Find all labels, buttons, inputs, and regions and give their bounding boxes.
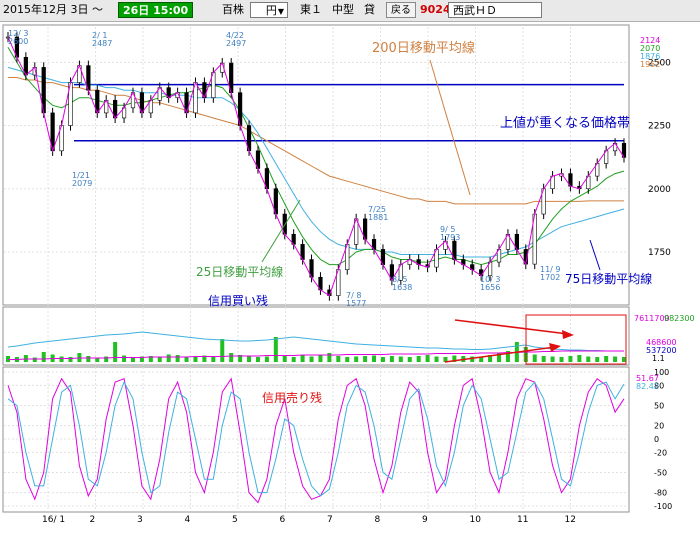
price-label-value: 1881 (368, 213, 388, 222)
x-tick-label: 9 (422, 515, 428, 525)
x-tick-label: 2 (90, 515, 96, 525)
volume-bar (282, 356, 287, 362)
volume-bar (32, 357, 37, 362)
volume-bar (380, 357, 385, 362)
volume-bar (363, 356, 368, 362)
volume-bar (113, 342, 118, 362)
volume-bar (175, 355, 180, 362)
price-label-value: 2487 (92, 39, 112, 48)
volume-bar (372, 355, 377, 362)
volume-bar (345, 357, 350, 362)
price-label-value: 2600 (8, 37, 28, 46)
volume-bar (434, 356, 439, 362)
x-tick-label: 10 (470, 515, 482, 525)
annotation-buy-margin: 信用買い残 (208, 294, 268, 308)
osc-tick-label: 50 (654, 402, 664, 411)
legend-oscillator-1: 82.42 (636, 382, 659, 391)
x-tick-label: 12 (565, 515, 576, 525)
volume-bar (122, 355, 127, 362)
y-tick-label: 2250 (648, 122, 671, 132)
volume-bar (291, 357, 296, 362)
annotation-resistance: 上値が重くなる価格帯 (500, 115, 630, 131)
x-tick-label: 6 (280, 515, 286, 525)
volume-bar (407, 357, 412, 362)
x-tick-label: 11 (517, 515, 528, 525)
price-label-value: 1656 (480, 283, 500, 292)
volume-bar (300, 355, 305, 362)
y-tick-label: 2000 (648, 185, 671, 195)
volume-bar (470, 356, 475, 362)
volume-bar (327, 353, 332, 362)
price-label-value: 1702 (540, 273, 560, 282)
volume-bar (309, 356, 314, 362)
osc-tick-label: -20 (654, 448, 667, 457)
price-label-value: 1577 (346, 299, 366, 308)
volume-bar (86, 356, 91, 362)
osc-tick-label: 20 (654, 422, 664, 431)
annotation-sell-margin: 信用売り残 (262, 390, 322, 405)
volume-bar (354, 356, 359, 362)
volume-bar (104, 356, 109, 362)
price-label-value: 1793 (440, 233, 460, 242)
volume-bar (532, 354, 537, 362)
legend-price-3: 1952 (640, 60, 660, 69)
osc-tick-label: 0 (654, 435, 659, 444)
volume-bar (318, 355, 323, 362)
volume-bar (604, 356, 609, 362)
volume-bar (613, 356, 618, 362)
stock-chart: 16/ 1 2 3 4 5 6 7 8 9 10 11 12175020002250250012/ 3… (2, 24, 695, 525)
volume-bar (68, 357, 73, 362)
volume-bar (416, 356, 421, 362)
price-label-value: 2079 (72, 179, 92, 188)
volume-bar (577, 355, 582, 362)
y-tick-label: 1750 (648, 248, 671, 258)
annotation-ma25: 25日移動平均線 (196, 264, 283, 279)
volume-bar (568, 356, 573, 362)
volume-bar (229, 353, 234, 362)
price-label-value: 2497 (226, 39, 246, 48)
volume-bar (389, 356, 394, 362)
legend-volume-1: 982300 (664, 314, 695, 323)
volume-bar (398, 356, 403, 362)
legend-volume-4: 1.1 (652, 354, 665, 363)
volume-bar (166, 354, 171, 362)
volume-bar (595, 357, 600, 362)
volume-bar (264, 356, 269, 362)
annotation-ma75: 75日移動平均線 (565, 271, 652, 286)
osc-tick-label: -80 (654, 489, 667, 498)
x-tick-label: 5 (232, 515, 238, 525)
volume-bar (41, 352, 46, 362)
volume-bar (425, 355, 430, 362)
x-tick-label: 3 (137, 515, 143, 525)
x-tick-label: 8 (375, 515, 381, 525)
osc-tick-label: -50 (654, 469, 667, 478)
volume-bar (59, 356, 64, 362)
x-tick-label: 4 (185, 515, 191, 525)
annotation-ma200: 200日移動平均線 (372, 40, 475, 56)
volume-bar (541, 356, 546, 362)
volume-bar (586, 356, 591, 362)
volume-bar (622, 357, 626, 362)
volume-bar (220, 339, 225, 362)
volume-bar (255, 357, 260, 362)
volume-bar (559, 357, 564, 362)
x-tick-label: 7 (327, 515, 333, 525)
volume-bar (336, 356, 341, 362)
x-tick-label: 16/ 1 (42, 515, 65, 525)
volume-bar (157, 357, 162, 362)
osc-tick-label: -100 (654, 502, 672, 511)
price-label-value: 1638 (392, 283, 412, 292)
volume-bar (247, 356, 252, 362)
volume-bar (550, 356, 555, 362)
volume-bar (193, 357, 198, 362)
volume-bar (273, 337, 278, 362)
